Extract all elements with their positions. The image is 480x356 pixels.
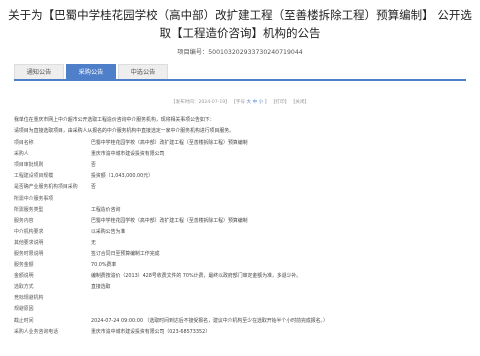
field-label: 是否确产业服务机构项目采购 [14, 184, 78, 191]
field-label: 服务金额 [14, 262, 34, 269]
field-label: 其他要求说明 [14, 239, 44, 246]
intro-text: 我单位在重庆市网上中介超市公开选取工程造价咨询中介服务机构，现将相关事项公告如下… [14, 115, 466, 137]
field-value: 重庆市渝中城市建设投资有限公司 [91, 151, 165, 158]
field-value: 无 [91, 239, 96, 246]
page-title: 关于为【巴蜀中学桂花园学校（高中部）改扩建工程（至善楼拆除工程）预算编制】 公开… [8, 8, 472, 40]
close-link[interactable]: 【关闭】 [291, 100, 309, 105]
field-value [91, 292, 466, 303]
field-value: 签订合同日至预算编制工作完成 [91, 250, 160, 257]
table-row: 项目审批规则 否 [14, 159, 466, 170]
publish-date: 【发布时间：2024-07-19】 [170, 100, 230, 105]
table-row: 竞标规避机构 [14, 292, 466, 303]
field-label: 中介机构要求 [14, 228, 44, 235]
field-label: 规避原因 [14, 306, 34, 313]
font-size-label-end: 】 [264, 100, 270, 105]
field-label: 采购人 [14, 151, 29, 158]
tab-bar: 通知公告 采购公告 中选公告 [14, 64, 466, 81]
table-row: 采购人 重庆市渝中城市建设投资有限公司 [14, 148, 466, 159]
field-value: 2024-07-24 09:00:00 （选取时间到达后不接受报名，建议中介机构… [91, 317, 328, 324]
field-value [91, 303, 466, 314]
project-info-table: 项目名称 巴蜀中学桂花园学校（高中部）改扩建工程（至善楼拆除工程）预算编制 采购人重… [14, 137, 466, 337]
field-value: 工程造价咨询 [91, 206, 121, 213]
field-label: 工程建设项目规模 [14, 173, 54, 180]
table-row: 中介机构要求 以采购公告为准 [14, 226, 466, 237]
table-row: 选取方式 直接选取 [14, 281, 466, 292]
tab-procurement[interactable]: 采购公告 [66, 64, 116, 79]
field-label: 所需服务类型 [14, 206, 44, 213]
field-value: 巴蜀中学桂花园学校（高中部）改扩建工程（至善楼拆除工程）预算编制 [91, 140, 248, 147]
field-label: 竞标规避机构 [14, 295, 44, 302]
table-row: 服务金额 70.0%费率 [14, 259, 466, 270]
field-value: 编制费按渝价（2013）428号收费文件的 70%计费，最终以政府部门审定金额为… [91, 273, 302, 280]
tab-notice[interactable]: 通知公告 [14, 64, 64, 79]
field-value: 否 [91, 184, 96, 191]
print-link[interactable]: 【打印】 [271, 100, 289, 105]
field-value: 巴蜀中学桂花园学校（高中部）改扩建工程（至善楼拆除工程）预算编制 [91, 217, 248, 224]
table-row: 项目名称 巴蜀中学桂花园学校（高中部）改扩建工程（至善楼拆除工程）预算编制 [14, 137, 466, 148]
table-row: 是否确产业服务机构项目采购 否 [14, 181, 466, 192]
project-number: 项目编号：500103202933730240719044 [177, 49, 303, 56]
field-label: 服务内容 [14, 217, 34, 224]
table-row: 规避原因 [14, 303, 466, 314]
field-value: 否 [91, 162, 96, 169]
intro-line: 我单位在重庆市网上中介超市公开选取工程造价咨询中介服务机构，现将相关事项公告如下… [14, 117, 215, 123]
font-size-small-link[interactable]: 小 [259, 100, 264, 105]
field-label: 采购人业务咨询电话 [14, 328, 59, 335]
table-row: 截止时间 2024-07-24 09:00:00 （选取时间到达后不接受报名，建议… [14, 315, 466, 326]
table-row: 服务时限说明 签订合同日至预算编制工作完成 [14, 248, 466, 259]
table-row: 其他要求说明 无 [14, 237, 466, 248]
intro-line: 请项目为直接选取项目，由采购人从报名的中介服务机构中直接选定一家中介服务机构进行… [14, 128, 235, 134]
field-value: 70.0%费率 [91, 262, 117, 269]
field-label: 截止时间 [14, 317, 34, 324]
table-row: 工程建设项目规模 投资额（1,043,000.00元） [14, 170, 466, 181]
tab-selection-result[interactable]: 中选公告 [118, 64, 168, 79]
field-value [91, 192, 466, 203]
table-row: 所需服务类型 工程造价咨询 [14, 204, 466, 215]
field-value: 重庆市渝中城市建设投资有限公司（023-68573352） [91, 328, 211, 335]
field-label: 选取方式 [14, 284, 34, 291]
font-size-medium-link[interactable]: 中 [253, 100, 258, 105]
table-row: 采购人业务咨询电话 重庆市渝中城市建设投资有限公司（023-68573352） [14, 326, 466, 337]
field-label: 金额说明 [14, 273, 34, 280]
font-size-label: 【字号 [231, 100, 246, 105]
field-label: 项目名称 [14, 140, 34, 147]
field-label: 服务时限说明 [14, 250, 44, 257]
field-label: 所需中介服务事项 [14, 195, 54, 202]
table-row: 服务内容 巴蜀中学桂花园学校（高中部）改扩建工程（至善楼拆除工程）预算编制 [14, 215, 466, 226]
field-value: 直接选取 [91, 284, 111, 291]
field-value: 以采购公告为准 [91, 228, 126, 235]
field-label: 项目审批规则 [14, 162, 44, 169]
table-row: 所需中介服务事项 [14, 192, 466, 203]
font-size-large-link[interactable]: 大 [247, 100, 252, 105]
article-meta: 【发布时间：2024-07-19】 【字号 大 中 小 】 【打印】 【关闭】 [0, 99, 480, 105]
table-row: 金额说明 编制费按渝价（2013）428号收费文件的 70%计费，最终以政府部门审… [14, 270, 466, 281]
field-value: 投资额（1,043,000.00元） [91, 173, 154, 180]
